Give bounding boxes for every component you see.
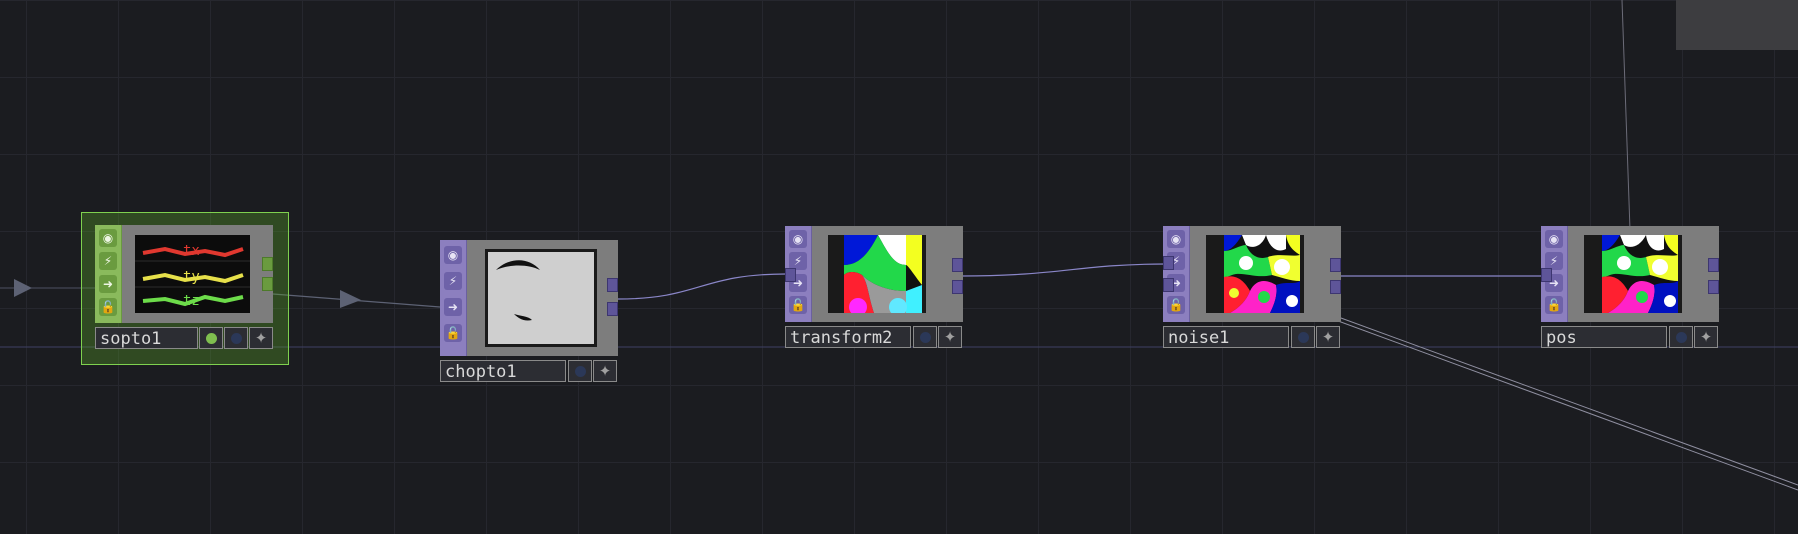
wire-transform2-noise1[interactable]	[961, 263, 1167, 277]
viewer-icon[interactable]: ◉	[444, 246, 462, 264]
bypass-icon: ✦	[598, 362, 612, 380]
operator-body[interactable]: ◉ ⚡ ➜ 🔓 tx ty tz	[95, 225, 273, 323]
operator-transform2[interactable]: ◉ ⚡ ➜ 🔓 transform2 ✦	[785, 226, 963, 350]
operator-footer: transform2 ✦	[785, 326, 963, 350]
viewer-icon[interactable]: ◉	[1167, 230, 1185, 248]
wire-arrow-mid	[340, 290, 361, 308]
trace-label-ty: ty	[183, 269, 200, 285]
output-connector[interactable]	[952, 280, 963, 294]
operator-footer: sopto1 ✦	[95, 327, 273, 351]
output-connector[interactable]	[262, 257, 273, 271]
wire-chopto1-transform2[interactable]	[617, 273, 787, 300]
vertical-wire[interactable]	[1621, 0, 1631, 231]
export-icon[interactable]: ➜	[99, 275, 117, 293]
export-icon[interactable]: ➜	[444, 298, 462, 316]
viewer-icon[interactable]: ◉	[99, 229, 117, 247]
render-toggle[interactable]	[568, 360, 592, 382]
input-connector[interactable]	[1163, 278, 1174, 292]
render-toggle[interactable]	[913, 326, 937, 348]
pos-preview	[1584, 235, 1682, 313]
lock-icon[interactable]: 🔓	[444, 324, 462, 342]
bypass-toggle[interactable]: ✦	[938, 326, 962, 348]
operator-body[interactable]: ◉ ⚡ ➜ 🔓	[785, 226, 963, 322]
operator-viewer[interactable]	[485, 249, 597, 347]
output-connector[interactable]	[1708, 280, 1719, 294]
input-connector[interactable]	[1163, 256, 1174, 270]
bypass-toggle[interactable]: ✦	[249, 327, 273, 349]
operator-name[interactable]: transform2	[785, 326, 911, 348]
display-toggle[interactable]	[199, 327, 223, 349]
operator-name[interactable]: chopto1	[440, 360, 566, 382]
trace-label-tx: tx	[183, 243, 200, 259]
chopto1-preview	[488, 252, 594, 344]
operator-body[interactable]: ◉ ⚡ ➜ 🔓	[1163, 226, 1341, 322]
operator-flag-column: ◉ ⚡ ➜ 🔓	[95, 225, 122, 323]
operator-viewer[interactable]	[1584, 235, 1682, 313]
operator-name[interactable]: sopto1	[95, 327, 198, 349]
bypass-icon: ✦	[1699, 328, 1713, 346]
bypass-icon: ✦	[1321, 328, 1335, 346]
bypass-icon: ✦	[254, 329, 268, 347]
operator-noise1[interactable]: ◉ ⚡ ➜ 🔓 noise1 ✦	[1163, 226, 1341, 350]
output-connector[interactable]	[952, 258, 963, 272]
bypass-toggle[interactable]: ✦	[1316, 326, 1340, 348]
operator-body[interactable]: ◉ ⚡ ➜ 🔓	[1541, 226, 1719, 322]
operator-viewer[interactable]	[828, 235, 926, 313]
operator-pos[interactable]: ◉ ⚡ ➜ 🔓 pos ✦	[1541, 226, 1719, 350]
output-connector[interactable]	[1330, 280, 1341, 294]
operator-viewer[interactable]	[1206, 235, 1304, 313]
bypass-toggle[interactable]: ✦	[1694, 326, 1718, 348]
operator-footer: chopto1 ✦	[440, 360, 618, 384]
output-connector[interactable]	[607, 302, 618, 316]
chop-trace-viewer: tx ty tz	[135, 243, 250, 309]
operator-flag-column: ◉ ⚡ ➜ 🔓	[440, 240, 467, 356]
operator-chopto1[interactable]: ◉ ⚡ ➜ 🔓 chopto1 ✦	[440, 240, 618, 384]
viewer-icon[interactable]: ◉	[789, 230, 807, 248]
render-toggle[interactable]	[1669, 326, 1693, 348]
lock-icon[interactable]: 🔓	[99, 298, 117, 316]
input-connector[interactable]	[1541, 268, 1552, 282]
lock-icon[interactable]: 🔓	[1167, 296, 1185, 314]
noise1-preview	[1206, 235, 1304, 313]
output-connector[interactable]	[1708, 258, 1719, 272]
operator-footer: pos ✦	[1541, 326, 1719, 350]
operator-flag-column: ◉ ⚡ ➜ 🔓	[1163, 226, 1190, 322]
lock-icon[interactable]: 🔓	[1545, 296, 1563, 314]
input-connector[interactable]	[785, 268, 796, 282]
cook-icon[interactable]: ⚡	[99, 252, 117, 270]
bypass-toggle[interactable]: ✦	[593, 360, 617, 382]
output-connector[interactable]	[262, 277, 273, 291]
operator-sopto1[interactable]: ◉ ⚡ ➜ 🔓 tx ty tz sopto1 ✦	[95, 225, 273, 353]
render-toggle[interactable]	[1291, 326, 1315, 348]
cook-icon[interactable]: ⚡	[444, 272, 462, 290]
operator-footer: noise1 ✦	[1163, 326, 1341, 350]
bypass-icon: ✦	[943, 328, 957, 346]
corner-panel	[1676, 0, 1798, 50]
lock-icon[interactable]: 🔓	[789, 296, 807, 314]
operator-name[interactable]: pos	[1541, 326, 1667, 348]
output-connector[interactable]	[607, 278, 618, 292]
operator-viewer[interactable]: tx ty tz	[135, 235, 250, 313]
wire-arrow-left	[14, 279, 32, 297]
network-editor-canvas[interactable]: ◉ ⚡ ➜ 🔓 tx ty tz sopto1 ✦ ◉ ⚡ ➜ 🔓 chopto…	[0, 0, 1798, 534]
transform2-preview	[828, 235, 926, 313]
operator-body[interactable]: ◉ ⚡ ➜ 🔓	[440, 240, 618, 356]
operator-name[interactable]: noise1	[1163, 326, 1289, 348]
viewer-icon[interactable]: ◉	[1545, 230, 1563, 248]
output-connector[interactable]	[1330, 258, 1341, 272]
render-toggle[interactable]	[224, 327, 248, 349]
trace-label-tz: tz	[183, 293, 200, 309]
